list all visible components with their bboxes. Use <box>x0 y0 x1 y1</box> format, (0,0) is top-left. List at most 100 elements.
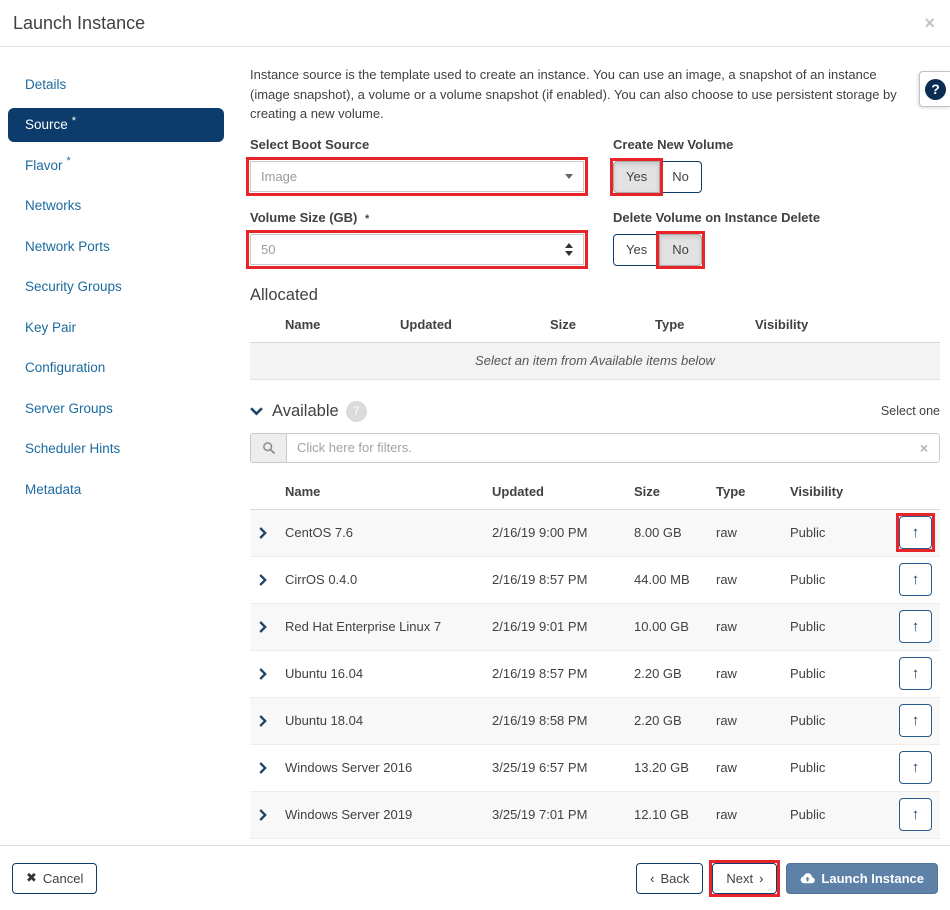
cell-visibility: Public <box>790 666 892 681</box>
cell-updated: 2/16/19 9:01 PM <box>492 619 634 634</box>
create-volume-no-button[interactable]: No <box>659 161 702 193</box>
sidebar-item[interactable]: Source * <box>8 108 224 143</box>
allocate-arrow-up-button[interactable]: ↑ <box>899 563 932 596</box>
next-button[interactable]: Next › <box>712 863 777 894</box>
panel-description: Instance source is the template used to … <box>250 65 912 124</box>
chevron-down-icon[interactable] <box>250 407 263 416</box>
delete-volume-field: Delete Volume on Instance Delete Yes No <box>613 210 940 266</box>
sidebar-item[interactable]: Network Ports <box>0 226 240 267</box>
cell-name: Ubuntu 18.04 <box>285 713 492 728</box>
cell-name: Windows Server 2019 <box>285 807 492 822</box>
allocate-arrow-up-button[interactable]: ↑ <box>899 704 932 737</box>
required-asterisk: * <box>67 155 71 167</box>
sidebar-item-label: Networks <box>25 198 81 213</box>
sidebar-item-label: Metadata <box>25 482 81 497</box>
sidebar-item-label: Server Groups <box>25 401 113 416</box>
launch-instance-modal: Launch Instance × Details Source * Flavo… <box>0 0 950 845</box>
launch-instance-button[interactable]: Launch Instance <box>786 863 938 894</box>
cell-updated: 2/16/19 8:57 PM <box>492 666 634 681</box>
sidebar-item[interactable]: Security Groups <box>0 267 240 308</box>
required-asterisk: * <box>72 115 76 127</box>
create-volume-yes-button[interactable]: Yes <box>613 161 660 193</box>
column-header: Size <box>634 484 716 499</box>
allocate-arrow-up-button[interactable]: ↑ <box>899 751 932 784</box>
allocate-arrow-up-button[interactable]: ↑ <box>899 798 932 831</box>
boot-source-value: Image <box>261 169 297 184</box>
chevron-right-icon[interactable] <box>259 762 285 774</box>
sidebar-item-label: Network Ports <box>25 239 110 254</box>
close-icon[interactable]: × <box>924 14 935 32</box>
sidebar-item[interactable]: Metadata <box>0 469 240 510</box>
cell-type: raw <box>716 807 790 822</box>
cell-size: 44.00 MB <box>634 572 716 587</box>
sidebar-item[interactable]: Key Pair <box>0 307 240 348</box>
available-title: Available <box>272 402 339 421</box>
cell-name: CentOS 7.6 <box>285 525 492 540</box>
help-icon: ? <box>925 79 946 100</box>
chevron-right-icon[interactable] <box>259 621 285 633</box>
cell-size: 10.00 GB <box>634 619 716 634</box>
sidebar-item-label: Security Groups <box>25 279 122 294</box>
sidebar-item[interactable]: Scheduler Hints <box>0 429 240 470</box>
cell-size: 13.20 GB <box>634 760 716 775</box>
sidebar-item-label: Scheduler Hints <box>25 441 120 456</box>
cell-name: Red Hat Enterprise Linux 7 <box>285 619 492 634</box>
chevron-right-icon[interactable] <box>259 574 285 586</box>
chevron-right-icon[interactable] <box>259 668 285 680</box>
column-header: Name <box>285 484 492 499</box>
sidebar-item-label: Key Pair <box>25 320 76 335</box>
filter-bar: × <box>250 433 940 463</box>
sidebar-item-label: Configuration <box>25 360 105 375</box>
cell-visibility: Public <box>790 713 892 728</box>
caret-down-icon <box>565 174 573 179</box>
create-new-volume-label: Create New Volume <box>613 137 940 152</box>
sidebar-item[interactable]: Flavor * <box>0 145 240 186</box>
volume-size-label: Volume Size (GB) <box>250 210 357 225</box>
filter-input[interactable] <box>287 434 909 462</box>
cell-updated: 2/16/19 8:57 PM <box>492 572 634 587</box>
cell-updated: 2/16/19 9:00 PM <box>492 525 634 540</box>
delete-volume-yes-button[interactable]: Yes <box>613 234 660 266</box>
search-icon[interactable] <box>251 434 287 462</box>
x-mark-icon: ✖ <box>26 870 37 886</box>
sidebar-item[interactable]: Details <box>0 64 240 105</box>
allocate-arrow-up-button[interactable]: ↑ <box>899 516 932 549</box>
image-row: Red Hat Enterprise Linux 7 2/16/19 9:01 … <box>250 604 940 651</box>
cell-size: 2.20 GB <box>634 666 716 681</box>
available-table-header: NameUpdatedSizeTypeVisibility <box>250 473 940 510</box>
cell-visibility: Public <box>790 525 892 540</box>
number-spinner-icon[interactable] <box>565 243 573 256</box>
image-row: CirrOS 0.4.0 2/16/19 8:57 PM 44.00 MB ra… <box>250 557 940 604</box>
cancel-button[interactable]: ✖ Cancel <box>12 863 97 894</box>
back-button[interactable]: ‹ Back <box>636 863 703 894</box>
allocate-arrow-up-button[interactable]: ↑ <box>899 610 932 643</box>
page-title: Launch Instance <box>13 13 145 34</box>
cell-updated: 3/25/19 7:01 PM <box>492 807 634 822</box>
chevron-right-icon[interactable] <box>259 809 285 821</box>
column-header: Size <box>550 317 655 332</box>
image-row: Ubuntu 18.04 2/16/19 8:58 PM 2.20 GB raw… <box>250 698 940 745</box>
clear-filter-icon[interactable]: × <box>909 434 939 462</box>
help-button[interactable]: ? <box>919 71 950 107</box>
chevron-right-icon: › <box>759 871 763 886</box>
available-table-body: CentOS 7.6 2/16/19 9:00 PM 8.00 GB raw P… <box>250 510 940 839</box>
cell-type: raw <box>716 525 790 540</box>
column-header: Visibility <box>790 484 940 499</box>
cell-size: 2.20 GB <box>634 713 716 728</box>
volume-size-input[interactable]: 50 <box>250 234 584 265</box>
sidebar-item[interactable]: Configuration <box>0 348 240 389</box>
image-row: CentOS 7.6 2/16/19 9:00 PM 8.00 GB raw P… <box>250 510 940 557</box>
sidebar-item[interactable]: Server Groups <box>0 388 240 429</box>
chevron-right-icon[interactable] <box>259 527 285 539</box>
cell-name: Ubuntu 16.04 <box>285 666 492 681</box>
cell-updated: 3/25/19 6:57 PM <box>492 760 634 775</box>
chevron-right-icon[interactable] <box>259 715 285 727</box>
volume-size-value: 50 <box>261 242 275 257</box>
cell-visibility: Public <box>790 807 892 822</box>
allocate-arrow-up-button[interactable]: ↑ <box>899 657 932 690</box>
boot-source-select[interactable]: Image <box>250 161 584 192</box>
delete-volume-no-button[interactable]: No <box>659 234 702 266</box>
sidebar-item[interactable]: Networks <box>0 186 240 227</box>
image-row: Windows Server 2019 3/25/19 7:01 PM 12.1… <box>250 792 940 839</box>
cell-name: CirrOS 0.4.0 <box>285 572 492 587</box>
